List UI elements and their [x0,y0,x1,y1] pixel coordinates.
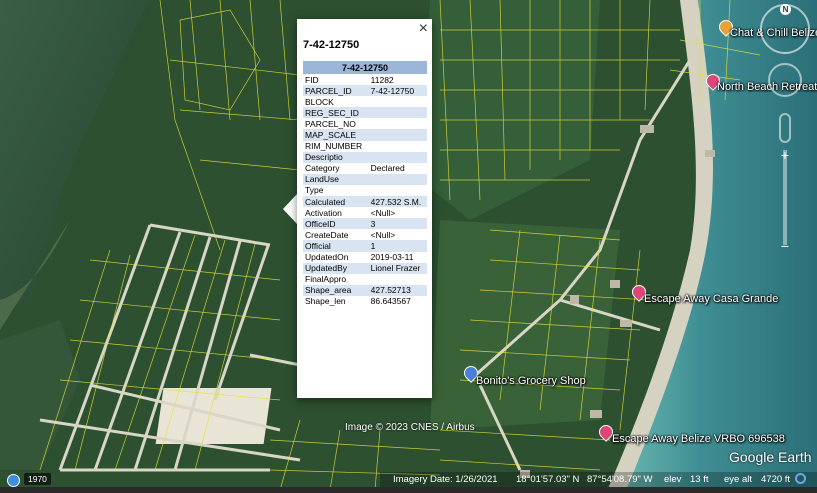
attribute-value: 2019-03-11 [370,252,414,263]
attribute-row: Official 1 [303,240,427,252]
attribute-row: RIM_NUMBER [303,141,427,152]
attribute-key: Official [303,240,369,252]
eye-altitude-label: eye alt [724,474,752,485]
attribute-key: PARCEL_NO [305,118,356,129]
zoom-in-icon[interactable]: + [777,148,793,164]
attribute-value [369,185,427,196]
zoom-out-icon[interactable]: − [777,239,793,256]
attribute-key: FID [305,74,319,85]
attribute-row: Shape_len 86.643567 [303,296,427,307]
attribute-key: PARCEL_ID [303,85,369,97]
close-icon[interactable]: × [419,21,428,37]
attribute-value [369,118,427,129]
attribute-key: Type [305,185,324,196]
attribute-row: Activation <Null> [303,207,427,218]
attribute-value [368,151,427,163]
attribute-value [369,274,427,285]
attribute-value [368,107,427,119]
attribute-row: OfficeID 3 [303,218,427,230]
attribute-key: Category [305,163,340,174]
popup-title: 7-42-12750 [303,39,360,51]
attribute-key: FinalAppro [305,274,347,285]
historical-year-badge[interactable]: 1970 [24,473,51,485]
attribute-value [368,173,427,185]
attribute-value: 3 [368,218,427,230]
attribute-row: Shape_area 427.52713 [303,284,427,296]
latitude-readout: 18°01'57.03" N [516,474,580,485]
imagery-date: Imagery Date: 1/26/2021 [393,474,498,485]
attribute-row: Calculated 427.532 S.M. [303,196,427,208]
compass-north-icon[interactable]: N [780,4,791,15]
attribute-row: UpdatedOn 2019-03-11 [303,252,427,263]
attribute-value [369,141,427,152]
attribute-row: CreateDate <Null> [303,229,427,240]
map-viewport[interactable]: Chat & Chill Belize North Beach Retreat … [0,0,817,493]
attribute-value: 11282 [370,74,394,85]
attribute-value: Lionel Frazer [368,262,427,274]
zoom-slider[interactable] [783,150,787,245]
attribute-key: BLOCK [305,96,334,107]
popup-pointer [283,193,298,225]
attribute-table: 7-42-12750 FID 11282 PARCEL_ID 7-42-12750 BL… [303,61,427,307]
parcel-info-popup: × 7-42-12750 7-42-12750 FID 11282 PARCEL_I… [297,19,432,398]
attribute-row: PARCEL_NO [303,118,427,129]
attribute-key: Descriptio [303,151,369,163]
place-label-north-beach-retreat[interactable]: North Beach Retreat [717,81,817,93]
attribute-row: Descriptio [303,151,427,163]
attribute-value: Declared [370,163,405,174]
elevation-value: 13 ft [690,474,709,485]
street-view-pegman-icon[interactable] [779,113,791,143]
attribute-key: LandUse [303,173,369,185]
place-label-bonitos-grocery[interactable]: Bonito's Grocery Shop [476,375,586,387]
attribute-value: <Null> [370,229,396,240]
attribute-key: Shape_len [305,296,346,307]
attribute-value: <Null> [370,207,396,218]
imagery-attribution: Image © 2023 CNES / Airbus [345,422,475,433]
attribute-key: Calculated [303,196,369,208]
attribute-row: REG_SEC_ID [303,107,427,119]
attribute-value: 427.52713 [368,284,427,296]
attribute-value [368,129,427,141]
place-label-casa-grande[interactable]: Escape Away Casa Grande [644,293,778,305]
attribute-row: FinalAppro [303,274,427,285]
attribute-key: UpdatedOn [305,252,349,263]
attribute-row: LandUse [303,173,427,185]
attribute-table-header: 7-42-12750 [303,61,427,74]
attribute-key: REG_SEC_ID [303,107,369,119]
eye-altitude-value: 4720 ft [761,474,791,485]
streaming-indicator-icon [795,473,806,484]
attribute-key: Shape_area [303,284,369,296]
longitude-readout: 87°54'08.79" W [587,474,653,485]
attribute-key: Activation [305,207,342,218]
historical-imagery-icon[interactable] [7,474,20,487]
attribute-row: PARCEL_ID 7-42-12750 [303,85,427,97]
google-earth-logo: Google Earth [729,449,812,465]
place-label-vrbo[interactable]: Escape Away Belize VRBO 696538 [612,433,785,445]
attribute-key: MAP_SCALE [303,129,369,141]
attribute-key: OfficeID [303,218,369,230]
attribute-row: Type [303,185,427,196]
attribute-row: BLOCK [303,96,427,107]
attribute-key: RIM_NUMBER [305,141,363,152]
attribute-key: CreateDate [305,229,349,240]
attribute-row: FID 11282 [303,74,427,85]
look-joystick[interactable] [768,63,802,97]
attribute-row: Category Declared [303,163,427,174]
attribute-value: 86.643567 [370,296,411,307]
attribute-value: 7-42-12750 [368,85,427,97]
elevation-label: elev [664,474,682,485]
attribute-value: 1 [368,240,427,252]
attribute-row: MAP_SCALE [303,129,427,141]
attribute-row: UpdatedBy Lionel Frazer [303,262,427,274]
attribute-value: 427.532 S.M. [368,196,427,208]
attribute-key: UpdatedBy [303,262,369,274]
window-bottom-edge [0,487,817,493]
cleared-lot [155,388,272,444]
attribute-value [369,96,427,107]
